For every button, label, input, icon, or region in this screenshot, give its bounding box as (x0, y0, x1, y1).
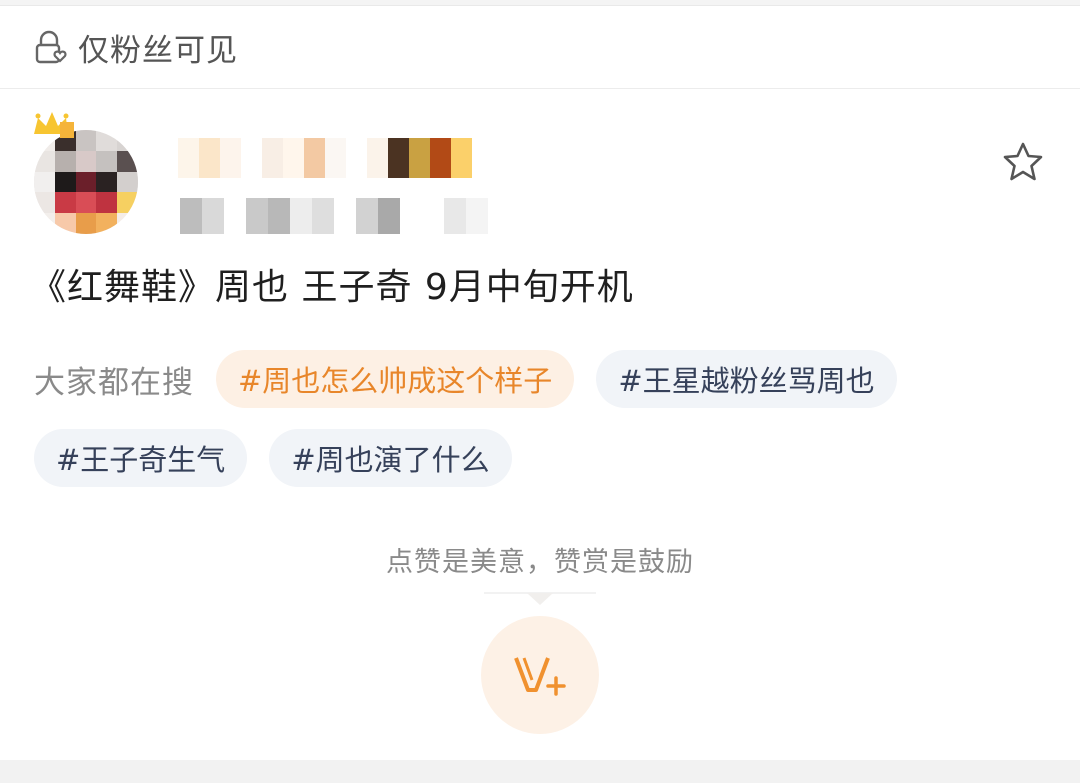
post-meta-obscured (180, 198, 530, 234)
author-name-obscured[interactable] (178, 138, 478, 178)
search-suggestions: 大家都在搜 #周也怎么帅成这个样子 #王星越粉丝骂周也 (34, 350, 919, 408)
top-divider (0, 0, 1080, 6)
lock-user-icon (35, 30, 67, 63)
star-outline-icon[interactable] (1000, 140, 1046, 184)
search-tag[interactable]: #周也怎么帅成这个样子 (216, 350, 575, 408)
v-plus-icon (514, 657, 566, 696)
avatar[interactable] (34, 130, 138, 234)
search-suggestions-row2: #王子奇生气 #周也演了什么 (34, 429, 534, 487)
crown-icon (34, 112, 74, 138)
bottom-divider (0, 760, 1080, 783)
reward-caret (527, 593, 553, 605)
search-tag[interactable]: #王子奇生气 (34, 429, 248, 487)
search-label: 大家都在搜 (34, 364, 194, 401)
reward-button[interactable] (481, 616, 599, 734)
reward-prompt: 点赞是美意，赞赏是鼓励 (386, 547, 694, 578)
search-tag[interactable]: #周也演了什么 (269, 429, 512, 487)
visibility-label: 仅粉丝可见 (78, 33, 238, 69)
post-title: 《红舞鞋》周也 王子奇 9月中旬开机 (30, 267, 634, 308)
visibility-bar: 仅粉丝可见 (0, 7, 1080, 89)
author-avatar[interactable] (30, 104, 142, 234)
search-tag[interactable]: #王星越粉丝骂周也 (596, 350, 897, 408)
